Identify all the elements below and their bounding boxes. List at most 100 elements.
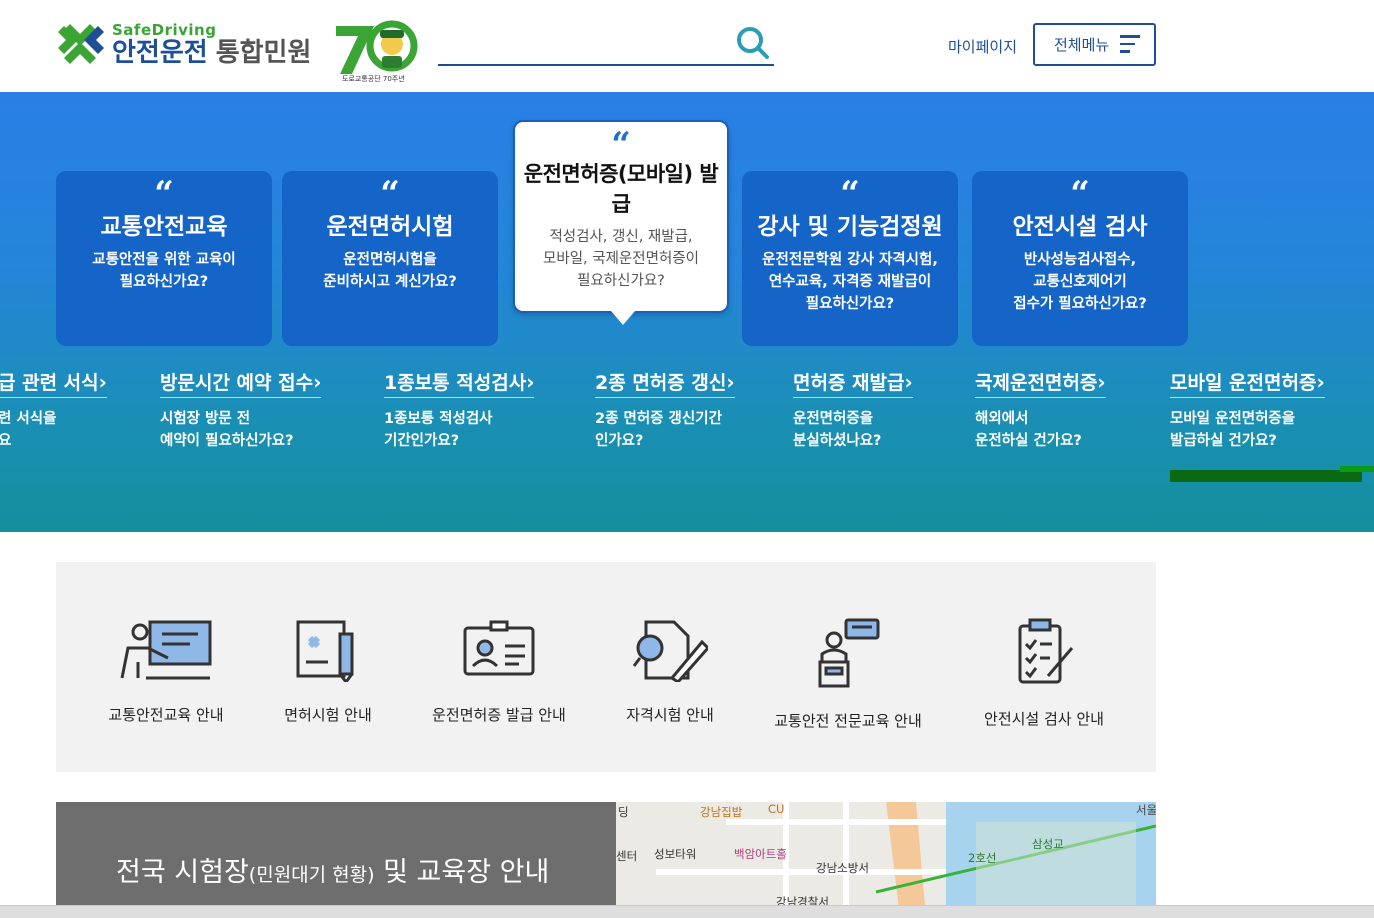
site-logo[interactable]: SafeDriving 안전운전 통합민원 xyxy=(56,20,311,70)
card-title: 강사 및 기능검정원 xyxy=(757,214,943,240)
quick-item-professional-education[interactable]: 교통안전 전문교육 안내 xyxy=(766,618,930,731)
service-link-reissue[interactable]: 면허증 재발급› 운전면허증을 분실하셨나요? xyxy=(793,368,913,452)
quote-icon: “ xyxy=(154,174,174,214)
card-instructor[interactable]: “ 강사 및 기능검정원 운전전문학원 강사 자격시험, 연수교육, 자격증 재발… xyxy=(742,171,958,346)
service-title: 1종보통 적성검사 xyxy=(384,372,527,394)
search-icon[interactable] xyxy=(736,26,770,60)
service-link-aptitude-test[interactable]: 1종보통 적성검사› 1종보통 적성검사 기간인가요? xyxy=(384,368,535,452)
logo-title: 안전운전 xyxy=(112,38,208,68)
hamburger-icon xyxy=(1120,35,1140,55)
anniversary-70-badge: 도로교통공단 70주년 xyxy=(334,20,418,86)
service-link-visit-reservation[interactable]: 방문시간 예약 접수› 시험장 방문 전 예약이 필요하신가요? xyxy=(160,368,322,452)
card-safety-facility[interactable]: “ 안전시설 검사 반사성능검사접수, 교통신호제어기 접수가 필요하신가요? xyxy=(972,171,1188,346)
highlight-bar xyxy=(1170,470,1362,482)
service-desc: 련 서식을 xyxy=(0,411,57,427)
quick-item-traffic-education[interactable]: 교통안전교육 안내 xyxy=(104,618,228,725)
map-label: 성보타워 xyxy=(654,847,697,861)
card-desc: 준비하시고 계신가요? xyxy=(323,274,457,290)
map-label: CU xyxy=(768,802,785,816)
card-license-issue[interactable]: “ 운전면허증(모바일) 발급 적성검사, 갱신, 재발급, 모바일, 국제운전면… xyxy=(513,120,729,325)
map-label: 강남집밥 xyxy=(700,805,743,819)
service-desc: 인가요? xyxy=(595,433,644,449)
quick-label: 면허시험 안내 xyxy=(284,706,372,724)
card-desc: 필요하신가요? xyxy=(805,296,895,312)
service-desc: 2종 면허증 갱신기간 xyxy=(595,411,722,427)
service-desc: 예약이 필요하신가요? xyxy=(160,433,294,449)
card-desc: 필요하신가요? xyxy=(577,273,665,289)
card-traffic-education[interactable]: “ 교통안전교육 교통안전을 위한 교육이 필요하신가요? xyxy=(56,171,272,346)
all-menu-button[interactable]: 전체메뉴 xyxy=(1033,23,1156,66)
all-menu-label: 전체메뉴 xyxy=(1054,36,1110,54)
card-title: 안전시설 검사 xyxy=(1012,214,1148,240)
speech-tail xyxy=(611,311,635,325)
highlight-bar xyxy=(1340,466,1374,472)
quick-item-safety-facility[interactable]: 안전시설 검사 안내 xyxy=(976,618,1112,729)
exam-subtitle: (민원대기 현황) xyxy=(248,864,375,886)
service-title: 면허증 재발급 xyxy=(793,372,905,394)
service-link-international[interactable]: 국제운전면허증› 해외에서운전하실 건가요? xyxy=(975,368,1106,452)
quick-item-qualification-exam[interactable]: 자격시험 안내 xyxy=(616,618,724,725)
map-label: 강남소방서 xyxy=(816,861,869,875)
safe-driving-logo-icon xyxy=(56,20,106,70)
chevron-right-icon: › xyxy=(1316,370,1325,394)
service-desc: 요 xyxy=(0,433,12,449)
service-title: 국제운전면허증 xyxy=(975,372,1098,394)
service-desc: 1종보통 적성검사 xyxy=(384,411,493,427)
chevron-right-icon: › xyxy=(98,370,107,394)
quote-icon: “ xyxy=(611,125,631,165)
service-link-mobile-license[interactable]: 모바일 운전면허증› 모바일 운전면허증을 발급하실 건가요? xyxy=(1170,368,1325,452)
card-desc: 연수교육, 자격증 재발급이 xyxy=(768,274,932,290)
quote-icon: “ xyxy=(1070,174,1090,214)
card-desc: 운전전문학원 강사 자격시험, xyxy=(762,252,938,268)
service-link-renewal[interactable]: 2종 면허증 갱신› 2종 면허증 갱신기간인가요? xyxy=(595,368,735,452)
map-label: 삼성교 xyxy=(1032,837,1064,851)
chevron-right-icon: › xyxy=(904,370,913,394)
quote-icon: “ xyxy=(380,174,400,214)
service-desc: 발급하실 건가요? xyxy=(1170,433,1277,449)
card-desc: 반사성능검사접수, xyxy=(1023,252,1137,268)
hero-section: “ 교통안전교육 교통안전을 위한 교육이 필요하신가요? “ 운전면허시험 운전… xyxy=(0,92,1374,532)
service-link-forms[interactable]: 급 관련 서식› 련 서식을요 xyxy=(0,368,107,452)
service-desc: 해외에서 xyxy=(975,411,1029,427)
map-label: 딩 xyxy=(618,805,629,819)
service-desc: 분실하셨나요? xyxy=(793,433,882,449)
map-label: 백암아트홀 xyxy=(734,847,787,861)
license-test-icon xyxy=(296,620,354,682)
service-title: 급 관련 서식 xyxy=(0,372,99,394)
card-title: 교통안전교육 xyxy=(100,214,228,240)
chevron-right-icon: › xyxy=(726,370,735,394)
anniversary-caption: 도로교통공단 70주년 xyxy=(342,75,405,83)
chevron-right-icon: › xyxy=(526,370,535,394)
search-input[interactable] xyxy=(438,20,728,60)
card-desc: 적성검사, 갱신, 재발급, xyxy=(549,229,693,245)
quick-menu: 교통안전교육 안내 면허시험 안내 운전면허증 발급 안내 자격시험 안내 교통… xyxy=(56,562,1156,772)
mypage-link[interactable]: 마이페이지 xyxy=(948,36,1017,57)
checklist-icon xyxy=(1018,618,1074,684)
map-label: 센터 xyxy=(616,849,638,863)
service-title: 모바일 운전면허증 xyxy=(1170,372,1317,394)
card-desc: 접수가 필요하신가요? xyxy=(1013,296,1147,312)
chevron-right-icon: › xyxy=(313,370,322,394)
card-desc: 운전면허시험을 xyxy=(343,252,437,268)
exam-center-banner[interactable]: 전국 시험장(민원대기 현황) 및 교육장 안내 xyxy=(56,802,616,918)
map-label: 서울 xyxy=(1136,803,1156,817)
quick-label: 교통안전 전문교육 안내 xyxy=(774,712,922,730)
quick-item-license-test[interactable]: 면허시험 안내 xyxy=(270,618,386,725)
service-desc: 기간인가요? xyxy=(384,433,460,449)
quick-label: 안전시설 검사 안내 xyxy=(984,710,1104,728)
service-desc: 운전하실 건가요? xyxy=(975,433,1082,449)
site-header: SafeDriving 안전운전 통합민원 도로교통공단 70주년 마이페이지 전… xyxy=(0,0,1374,92)
quick-item-license-issue[interactable]: 운전면허증 발급 안내 xyxy=(428,618,570,725)
exam-center-title: 전국 시험장(민원대기 현황) 및 교육장 안내 xyxy=(116,850,549,889)
service-desc: 시험장 방문 전 xyxy=(160,411,251,427)
os-taskbar xyxy=(0,905,1374,918)
exam-title-tail: 및 교육장 안내 xyxy=(374,857,550,888)
card-license-test[interactable]: “ 운전면허시험 운전면허시험을 준비하시고 계신가요? xyxy=(282,171,498,346)
location-map[interactable]: 딩 강남집밥 CU 센터 성보타워 백암아트홀 강남소방서 삼성교 2호선 서울… xyxy=(616,802,1156,918)
id-card-icon xyxy=(463,620,535,676)
quick-label: 교통안전교육 안내 xyxy=(108,706,224,724)
chevron-right-icon: › xyxy=(1097,370,1106,394)
quick-label: 운전면허증 발급 안내 xyxy=(432,706,566,724)
service-title: 2종 면허증 갱신 xyxy=(595,372,727,394)
logo-subtitle: SafeDriving xyxy=(112,21,217,39)
